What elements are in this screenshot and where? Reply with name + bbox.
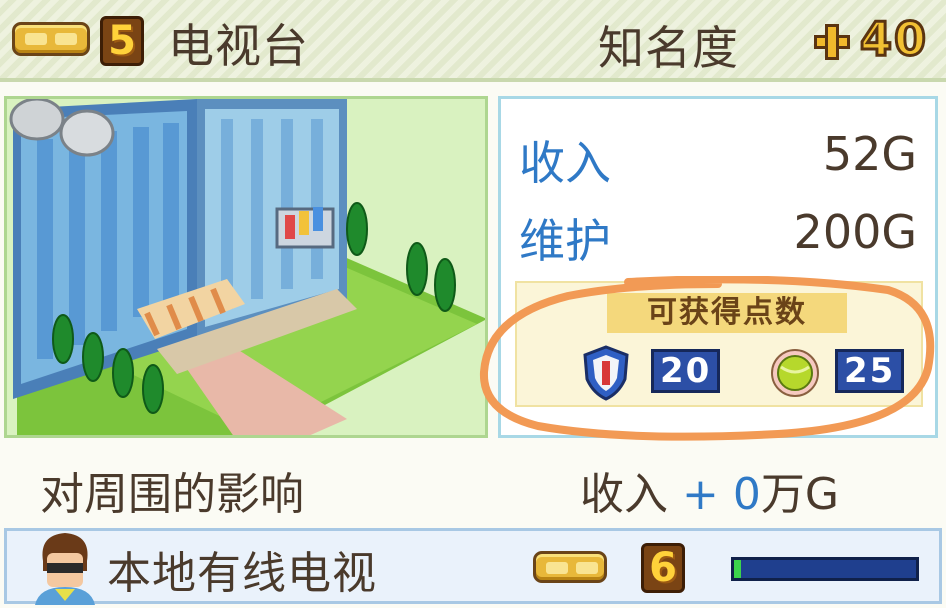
fame-label: 知名度 (598, 21, 739, 75)
points-value-1: 20 (651, 349, 721, 393)
neighbor-progress-fill (734, 560, 742, 578)
shield-icon (583, 345, 629, 401)
facility-name: 电视台 (168, 19, 309, 73)
neighbor-level-value: 6 (641, 543, 685, 593)
effect-income: 收入 + 0万G (580, 458, 839, 522)
level-tag-icon (12, 22, 90, 56)
neighbor-level-tag-icon (533, 551, 607, 583)
avatar (35, 533, 95, 605)
upkeep-value: 200G (793, 205, 917, 259)
effect-income-sign: + (682, 469, 719, 520)
effect-label: 对周围的影响 (40, 469, 304, 520)
income-value: 52G (822, 127, 917, 181)
neighbor-name: 本地有线电视 (107, 548, 377, 599)
points-value-2: 25 (835, 349, 905, 393)
points-title: 可获得点数 (607, 293, 847, 333)
neighbor-row[interactable]: 本地有线电视 6 (4, 528, 942, 605)
fame-value: 40 (858, 11, 929, 68)
plus-icon (814, 24, 850, 60)
income-label: 收入 (519, 136, 611, 190)
effect-income-unit: 万G (760, 469, 839, 520)
tennis-ball-icon (771, 349, 819, 397)
building-image (4, 96, 488, 438)
upkeep-label: 维护 (519, 214, 611, 268)
neighbor-progress-bar (731, 557, 919, 581)
level-value: 5 (100, 16, 144, 66)
stats-panel: 收入 52G 维护 200G 可获得点数 20 25 (498, 96, 938, 438)
header-bar: 5 电视台 知名度 40 (0, 0, 946, 82)
tv-station-illustration (9, 99, 485, 435)
effect-income-label: 收入 (580, 469, 668, 520)
points-box: 可获得点数 20 25 (515, 281, 923, 407)
effect-income-value: 0 (732, 469, 761, 520)
